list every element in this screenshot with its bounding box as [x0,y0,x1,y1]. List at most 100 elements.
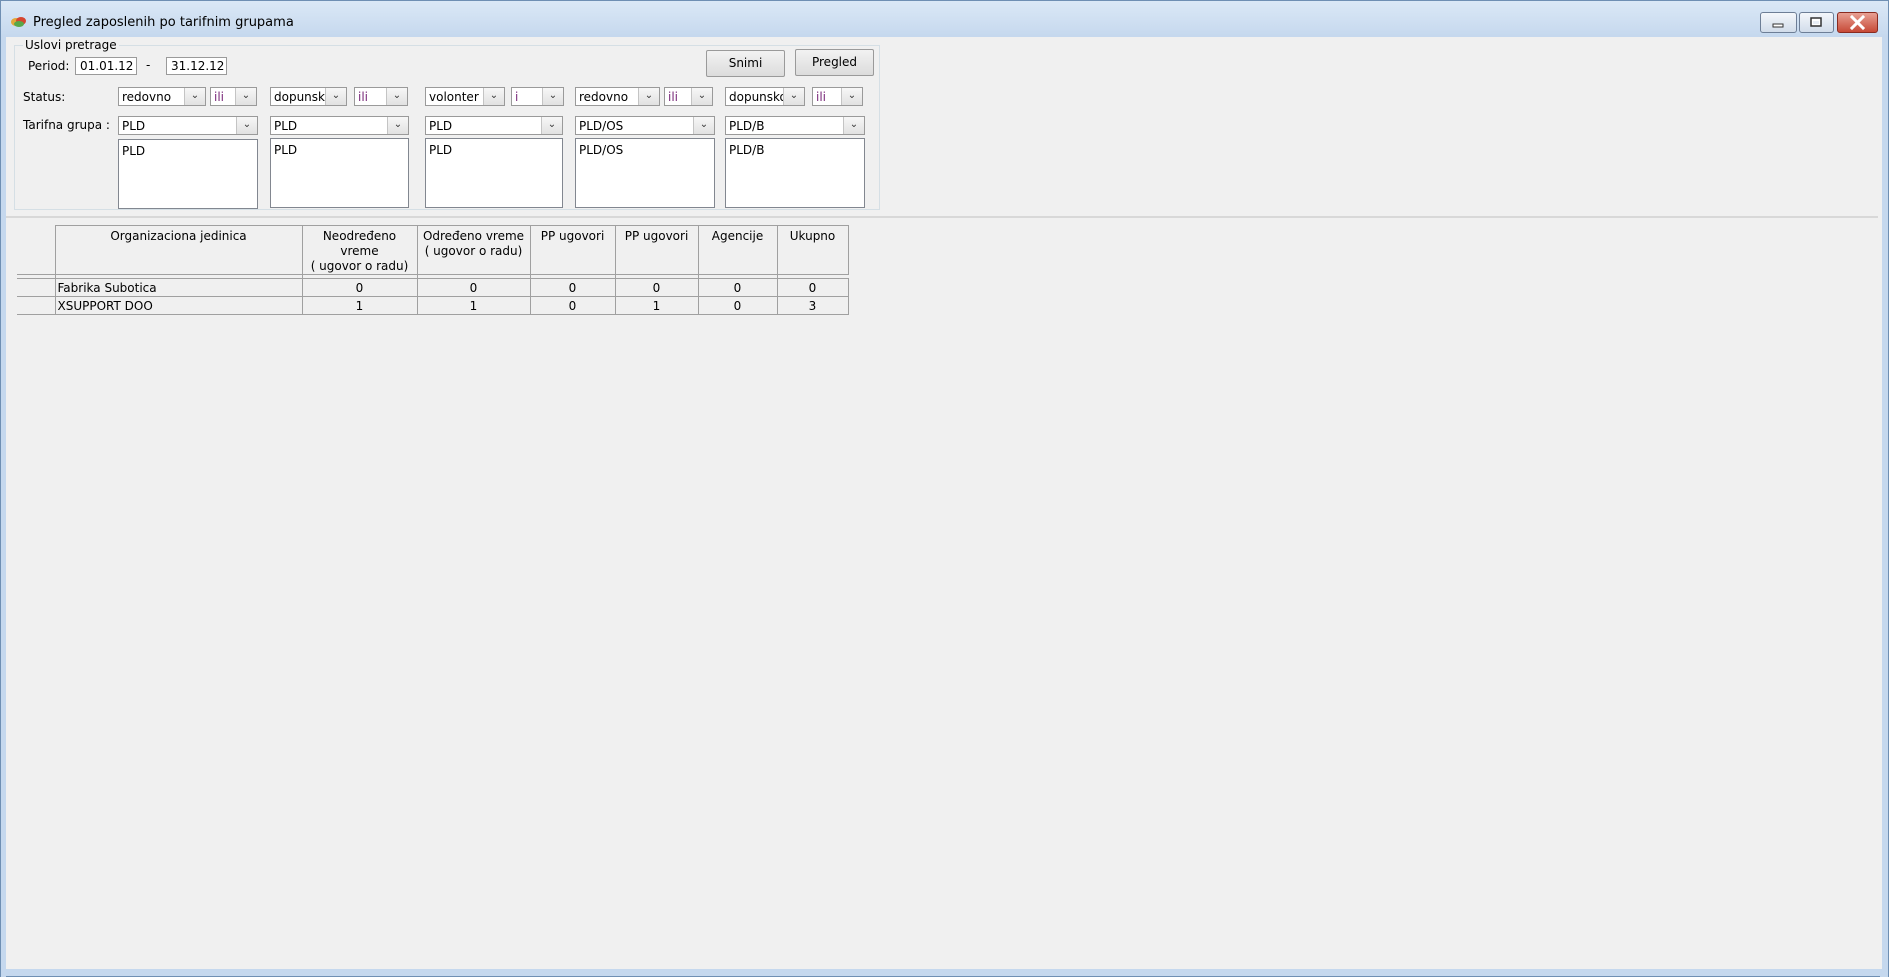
tarif-select-2[interactable]: PLD ⌄ [270,116,409,135]
chevron-down-icon[interactable]: ⌄ [387,117,408,134]
tarif-select-value: PLD/OS [579,119,624,133]
table-cell[interactable]: 0 [697,296,778,315]
chevron-down-icon[interactable]: ⌄ [783,88,804,105]
restore-icon [1810,17,1822,27]
table-cell[interactable]: 1 [416,296,531,315]
list-item[interactable]: PLD/OS [579,143,623,157]
chevron-down-icon[interactable]: ⌄ [693,117,714,134]
row-header[interactable] [17,278,56,297]
status-select-5[interactable]: dopunsko ⌄ [725,87,805,106]
list-item[interactable]: PLD [429,143,452,157]
column-header-pp-contracts-1[interactable]: PP ugovori [529,225,616,275]
table-cell[interactable]: 0 [416,278,531,297]
tarif-listbox-5[interactable]: PLD/B [725,138,865,208]
chevron-down-icon[interactable]: ⌄ [691,88,712,105]
row-header[interactable] [17,296,56,315]
period-label: Period: [28,59,70,73]
chevron-down-icon[interactable]: ⌄ [541,117,562,134]
list-item[interactable]: PLD [274,143,297,157]
operator-select-4[interactable]: ili ⌄ [664,87,713,106]
status-select-value: dopunsko [274,90,332,104]
tarif-select-value: PLD/B [729,119,765,133]
table-row[interactable]: Fabrika Subotica 0 0 0 0 0 0 [17,278,849,297]
table-row[interactable]: XSUPPORT DOO 1 1 0 1 0 3 [17,296,849,315]
tarif-listbox-3[interactable]: PLD [425,138,563,208]
operator-select-value: ili [214,90,225,104]
minimize-button[interactable] [1760,12,1797,33]
tarif-select-4[interactable]: PLD/OS ⌄ [575,116,715,135]
table-cell[interactable]: 3 [776,296,849,315]
column-header-agencies[interactable]: Agencije [697,225,778,275]
tarif-select-3[interactable]: PLD ⌄ [425,116,563,135]
operator-select-value: ili [358,90,369,104]
operator-select-value: i [515,90,519,104]
tarif-select-value: PLD [122,119,146,133]
operator-select-2[interactable]: ili ⌄ [354,87,408,106]
save-button[interactable]: Snimi [706,50,785,77]
status-select-3[interactable]: volonter ⌄ [425,87,505,106]
date-from-field[interactable]: 01.01.12 [75,57,137,75]
app-icon [11,17,26,27]
title-bar[interactable]: Pregled zaposlenih po tarifnim grupama [1,1,1888,37]
chevron-down-icon[interactable]: ⌄ [386,88,407,105]
chevron-down-icon[interactable]: ⌄ [236,117,257,134]
tarif-group-label: Tarifna grupa : [23,118,110,132]
column-header-total[interactable]: Ukupno [776,225,849,275]
chevron-down-icon[interactable]: ⌄ [483,88,504,105]
results-grid[interactable]: Organizaciona jedinica Neodređeno vreme … [17,225,849,315]
column-header-pp-contracts-2[interactable]: PP ugovori [614,225,699,275]
column-header-org-unit[interactable]: Organizaciona jedinica [54,225,303,275]
status-select-value: redovno [122,90,172,104]
tarif-listbox-1[interactable]: PLD [118,139,258,209]
status-select-2[interactable]: dopunsko ⌄ [270,87,347,106]
chevron-down-icon[interactable]: ⌄ [841,88,862,105]
chevron-down-icon[interactable]: ⌄ [184,88,205,105]
column-header-indefinite[interactable]: Neodređeno vreme ( ugovor o radu) [301,225,418,275]
operator-select-3[interactable]: i ⌄ [511,87,564,106]
status-select-value: volonter [429,90,479,104]
table-cell[interactable]: 0 [301,278,418,297]
minimize-icon [1772,23,1784,28]
column-header-definite[interactable]: Određeno vreme ( ugovor o radu) [416,225,531,275]
close-icon [1849,14,1866,31]
status-select-value: dopunsko [729,90,787,104]
tarif-select-value: PLD [429,119,453,133]
status-label: Status: [23,90,66,104]
section-divider [6,216,1878,218]
table-cell[interactable]: 0 [529,296,616,315]
table-cell[interactable]: 0 [697,278,778,297]
operator-select-value: ili [668,90,679,104]
close-button[interactable] [1837,12,1878,33]
search-criteria-label: Uslovi pretrage [23,38,119,52]
status-select-value: redovno [579,90,629,104]
table-cell[interactable]: 1 [301,296,418,315]
chevron-down-icon[interactable]: ⌄ [638,88,659,105]
tarif-select-value: PLD [274,119,298,133]
list-item[interactable]: PLD [122,144,145,158]
list-item[interactable]: PLD/B [729,143,764,157]
tarif-listbox-4[interactable]: PLD/OS [575,138,715,208]
date-separator: - [146,58,151,72]
table-cell[interactable]: 0 [776,278,849,297]
window-title: Pregled zaposlenih po tarifnim grupama [33,15,294,30]
tarif-select-1[interactable]: PLD ⌄ [118,116,258,135]
chevron-down-icon[interactable]: ⌄ [542,88,563,105]
tarif-listbox-2[interactable]: PLD [270,138,409,208]
org-unit-cell[interactable]: XSUPPORT DOO [54,296,303,315]
operator-select-5[interactable]: ili ⌄ [812,87,863,106]
chevron-down-icon[interactable]: ⌄ [325,88,346,105]
table-cell[interactable]: 0 [614,278,699,297]
chevron-down-icon[interactable]: ⌄ [235,88,256,105]
org-unit-cell[interactable]: Fabrika Subotica [54,278,303,297]
table-cell[interactable]: 1 [614,296,699,315]
table-cell[interactable]: 0 [529,278,616,297]
view-button[interactable]: Pregled [795,49,874,76]
operator-select-1[interactable]: ili ⌄ [210,87,257,106]
operator-select-value: ili [816,90,827,104]
chevron-down-icon[interactable]: ⌄ [843,117,864,134]
status-select-4[interactable]: redovno ⌄ [575,87,660,106]
tarif-select-5[interactable]: PLD/B ⌄ [725,116,865,135]
status-select-1[interactable]: redovno ⌄ [118,87,206,106]
restore-button[interactable] [1799,12,1834,33]
date-to-field[interactable]: 31.12.12 [166,57,227,75]
